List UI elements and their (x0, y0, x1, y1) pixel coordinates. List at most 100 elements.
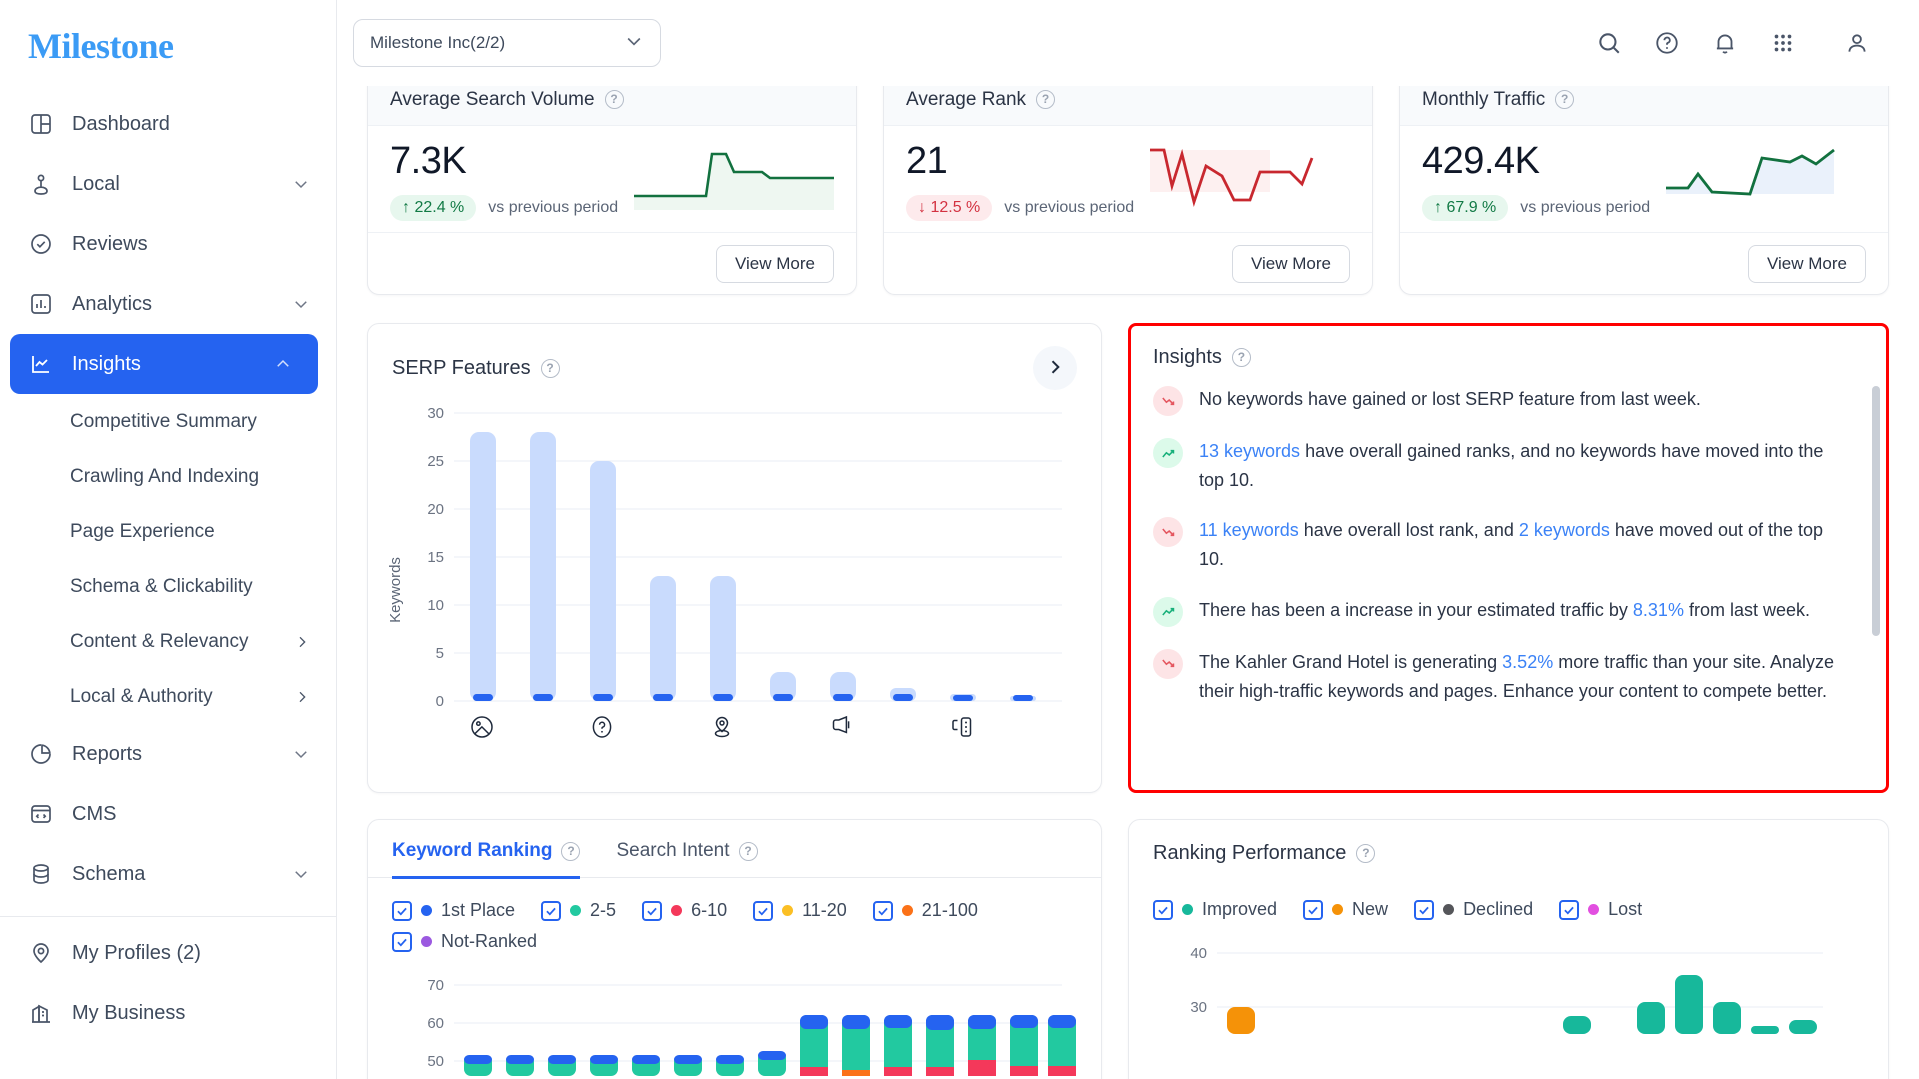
kpi-value: 7.3K (390, 140, 467, 182)
checkbox-checked-icon[interactable] (753, 900, 774, 921)
help-circle-icon[interactable]: ? (1036, 90, 1056, 109)
help-circle-icon[interactable]: ? (561, 841, 581, 861)
view-more-button[interactable]: View More (1232, 244, 1350, 283)
chevron-down-icon (292, 745, 310, 763)
line-chart-icon (28, 351, 54, 377)
delta-arrow: ↓ (918, 199, 926, 216)
user-account-icon[interactable] (1835, 21, 1879, 65)
trend-down-icon (1153, 517, 1183, 548)
sidebar-item-my-business[interactable]: My Business (0, 983, 336, 1043)
kpi-footer: View More (368, 232, 856, 294)
help-circle-icon[interactable]: ? (1356, 844, 1376, 863)
kpi-value: 21 (906, 140, 948, 182)
help-circle-icon[interactable]: ? (1555, 90, 1575, 109)
svg-text:10: 10 (427, 597, 444, 614)
checkbox-checked-icon[interactable] (872, 900, 893, 921)
legend-item-lost[interactable]: Lost (1559, 899, 1642, 920)
trend-down-icon (1153, 648, 1183, 679)
svg-text:70: 70 (427, 977, 444, 994)
sidebar-item-reviews[interactable]: Reviews (0, 214, 336, 274)
sidebar-item-cms[interactable]: CMS (0, 784, 336, 844)
checkbox-checked-icon[interactable] (1303, 899, 1324, 920)
legend-item-6-10[interactable]: 6-10 (642, 900, 727, 921)
map-pin-icon (28, 940, 54, 966)
sidebar-item-local-authority[interactable]: Local & Authority (0, 669, 336, 724)
legend-item-improved[interactable]: Improved (1153, 899, 1277, 920)
insights-list[interactable]: No keywords have gained or lost SERP fea… (1153, 385, 1864, 757)
bar-chart-icon (28, 291, 54, 317)
kpi-left: 429.4K ↑ 67.9 % vs previous period (1422, 140, 1666, 221)
legend-item-1st-place[interactable]: 1st Place (392, 900, 515, 921)
legend-item-11-20[interactable]: 11-20 (753, 900, 847, 921)
sidebar-item-analytics[interactable]: Analytics (0, 274, 336, 334)
help-circle-icon[interactable]: ? (604, 90, 624, 109)
help-circle-icon[interactable]: ? (540, 358, 560, 378)
sidebar-item-schema-clickability[interactable]: Schema & Clickability (0, 559, 336, 614)
checkbox-checked-icon[interactable] (541, 900, 562, 921)
bell-icon[interactable] (1703, 21, 1747, 65)
scrollbar-thumb[interactable] (1872, 386, 1880, 636)
sidebar-item-page-experience[interactable]: Page Experience (0, 504, 336, 559)
tab-keyword-ranking[interactable]: Keyword Ranking ? (392, 840, 581, 879)
map-pin-icon (714, 716, 730, 738)
kpi-card-average-rank: Average Rank ? 21 ↓ 12.5 % vs previous p… (883, 86, 1373, 295)
tab-search-intent[interactable]: Search Intent ? (616, 840, 758, 879)
checkbox-checked-icon[interactable] (1559, 899, 1580, 920)
sidebar-item-label: Local (72, 172, 120, 195)
checkbox-checked-icon[interactable] (392, 900, 412, 921)
checkbox-checked-icon[interactable] (1153, 899, 1173, 920)
sidebar-item-schema[interactable]: Schema (0, 844, 336, 904)
sidebar-item-crawling-and-indexing[interactable]: Crawling And Indexing (0, 449, 336, 504)
kpi-card-monthly-traffic: Monthly Traffic ? 429.4K ↑ 67.9 % vs pre… (1399, 86, 1889, 295)
legend-item-not-ranked[interactable]: Not-Ranked (392, 931, 1077, 952)
kpi-delta-row: ↓ 12.5 % vs previous period (906, 195, 1150, 221)
sidebar-item-insights[interactable]: Insights (10, 334, 318, 394)
sidebar-item-competitive-summary[interactable]: Competitive Summary (0, 394, 336, 449)
sidebar-item-dashboard[interactable]: Dashboard (0, 94, 336, 154)
svg-text:Keywords: Keywords (387, 557, 404, 623)
insight-highlight[interactable]: 13 keywords (1199, 441, 1300, 461)
logo[interactable]: Milestone (0, 0, 336, 86)
insight-highlight[interactable]: 8.31% (1633, 600, 1684, 620)
scroll-content: Average Search Volume ? 7.3K ↑ 22.4 % vs… (337, 86, 1919, 1079)
sidebar-item-local[interactable]: Local (0, 154, 336, 214)
chevron-down-icon (292, 865, 310, 883)
insights-scrollbar[interactable] (1872, 386, 1880, 738)
view-more-button[interactable]: View More (716, 244, 834, 283)
serp-next-button[interactable] (1033, 346, 1077, 390)
checkbox-checked-icon[interactable] (1414, 899, 1435, 920)
apps-grid-icon[interactable] (1761, 21, 1805, 65)
question-circle-icon (592, 716, 612, 738)
sidebar-item-my-profiles[interactable]: My Profiles (2) (0, 923, 336, 983)
serp-features-card: SERP Features ? Keywords 30 25 20 15 10 … (367, 323, 1102, 793)
help-circle-icon[interactable]: ? (738, 841, 758, 861)
kpi-left: 7.3K ↑ 22.4 % vs previous period (390, 140, 634, 221)
checkbox-checked-icon[interactable] (392, 931, 412, 952)
legend-item-new[interactable]: New (1303, 899, 1388, 920)
insight-part: There has been a increase in your estima… (1199, 599, 1633, 620)
brand-selector-value: Milestone Inc(2/2) (370, 33, 506, 52)
legend-item-21-100[interactable]: 21-100 (872, 900, 978, 921)
brand-selector[interactable]: Milestone Inc(2/2) (353, 19, 661, 67)
svg-text:30: 30 (427, 405, 444, 422)
insight-highlight[interactable]: 11 keywords (1199, 520, 1299, 540)
dashboard-icon (28, 111, 54, 137)
view-more-button[interactable]: View More (1748, 244, 1866, 283)
kpi-footer: View More (1400, 232, 1888, 294)
legend-item-declined[interactable]: Declined (1414, 899, 1533, 920)
legend-item-2-5[interactable]: 2-5 (541, 900, 616, 921)
checkbox-checked-icon[interactable] (642, 900, 663, 921)
sidebar-item-content-relevancy[interactable]: Content & Relevancy (0, 614, 336, 669)
legend-label: 6-10 (691, 900, 728, 920)
help-circle-icon[interactable] (1645, 21, 1689, 65)
insight-highlight[interactable]: 3.52% (1502, 652, 1553, 672)
insight-highlight[interactable]: 2 keywords (1519, 520, 1610, 540)
search-icon[interactable] (1587, 21, 1631, 65)
sidebar-item-reports[interactable]: Reports (0, 724, 336, 784)
svg-text:40: 40 (1190, 945, 1207, 962)
help-circle-icon[interactable]: ? (1231, 348, 1251, 367)
kpi-title: Average Rank (906, 88, 1027, 110)
status-badge: ↑ 67.9 % (1422, 195, 1509, 221)
kpi-header: Average Rank ? (884, 86, 1372, 126)
ranking-performance-title: Ranking Performance (1153, 842, 1347, 864)
